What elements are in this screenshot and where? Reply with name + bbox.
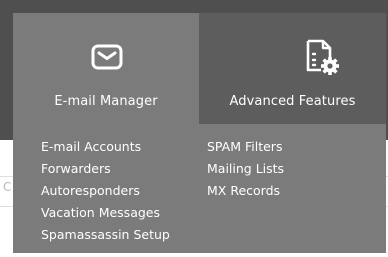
document-settings-icon bbox=[306, 39, 339, 75]
tab-email-manager-label: E-mail Manager bbox=[54, 94, 158, 109]
menu-link-spamassassin-setup[interactable]: Spamassassin Setup bbox=[41, 226, 170, 248]
tab-advanced-features[interactable]: Advanced Features bbox=[199, 13, 386, 124]
menu-link-email-accounts[interactable]: E-mail Accounts bbox=[41, 138, 170, 160]
tab-advanced-features-label: Advanced Features bbox=[229, 94, 356, 109]
menu-link-mailing-lists[interactable]: Mailing Lists bbox=[207, 160, 284, 182]
menu-link-spam-filters[interactable]: SPAM Filters bbox=[207, 138, 284, 160]
menu-link-forwarders[interactable]: Forwarders bbox=[41, 160, 170, 182]
email-dropdown-panel: E-mail Manager Advanced Features E-mail … bbox=[13, 13, 386, 253]
menu-link-mx-records[interactable]: MX Records bbox=[207, 182, 284, 204]
menu-link-vacation-messages[interactable]: Vacation Messages bbox=[41, 204, 170, 226]
background-partial-text: C bbox=[3, 180, 12, 194]
menu-column-right: SPAM Filters Mailing Lists MX Records bbox=[207, 138, 284, 204]
tab-email-manager[interactable]: E-mail Manager bbox=[13, 13, 199, 124]
menu-column-left: E-mail Accounts Forwarders Autoresponder… bbox=[41, 138, 170, 248]
envelope-icon bbox=[91, 44, 123, 70]
menu-links: E-mail Accounts Forwarders Autoresponder… bbox=[13, 124, 386, 253]
menu-link-autoresponders[interactable]: Autoresponders bbox=[41, 182, 170, 204]
